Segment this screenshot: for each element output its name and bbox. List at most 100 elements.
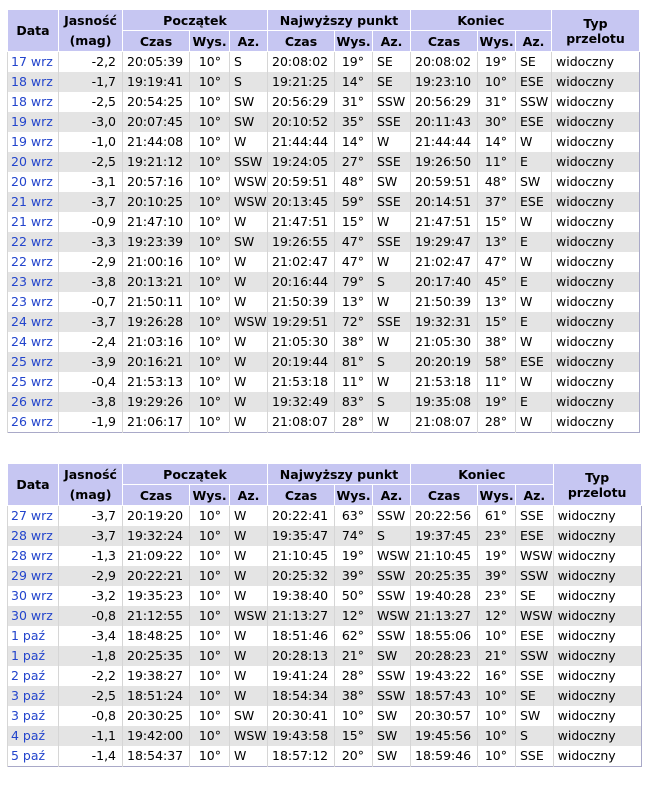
cell-magnitude: -3,7 (58, 192, 123, 212)
header-najwyzszy: Najwyższy punkt (267, 9, 411, 31)
cell-end-time: 20:08:02 (410, 51, 478, 72)
cell-max-time: 18:51:46 (267, 626, 335, 646)
cell-end-time: 21:50:39 (410, 292, 478, 312)
date-link[interactable]: 28 wrz (11, 528, 53, 543)
date-link[interactable]: 27 wrz (11, 508, 53, 523)
cell-date: 25 wrz (7, 352, 59, 372)
cell-max-time: 19:41:24 (267, 666, 335, 686)
date-link[interactable]: 17 wrz (11, 54, 53, 69)
table-row: 23 wrz -0,7 21:50:11 10° W 21:50:39 13° W 21:50:… (7, 292, 640, 312)
cell-magnitude: -2,2 (58, 666, 123, 686)
cell-start-az: W (229, 292, 268, 312)
cell-end-alt: 14° (477, 132, 516, 152)
cell-end-az: ESE (515, 626, 554, 646)
cell-max-az: S (372, 526, 411, 546)
cell-end-time: 20:25:35 (410, 566, 478, 586)
cell-max-time: 21:53:18 (267, 372, 335, 392)
cell-start-time: 19:42:00 (122, 726, 190, 746)
cell-max-az: SW (372, 706, 411, 726)
date-link[interactable]: 2 paź (11, 668, 45, 683)
header-jasnosc: Jasność (mag) (58, 463, 123, 506)
table-row: 20 wrz -2,5 19:21:12 10° SSW 19:24:05 27° SSE 19… (7, 152, 640, 172)
cell-magnitude: -0,4 (58, 372, 123, 392)
cell-start-time: 19:38:27 (122, 666, 190, 686)
date-link[interactable]: 3 paź (11, 708, 45, 723)
cell-date: 19 wrz (7, 112, 59, 132)
date-link[interactable]: 26 wrz (11, 414, 53, 429)
cell-max-alt: 39° (334, 566, 373, 586)
cell-end-time: 19:29:47 (410, 232, 478, 252)
header-az: Az. (372, 484, 411, 506)
date-link[interactable]: 18 wrz (11, 94, 53, 109)
date-link[interactable]: 20 wrz (11, 154, 53, 169)
header-wys: Wys. (477, 30, 516, 52)
cell-start-az: WSW (229, 726, 268, 746)
header-typ: Typ przelotu (552, 463, 642, 506)
cell-start-alt: 10° (189, 686, 230, 706)
date-link[interactable]: 21 wrz (11, 214, 53, 229)
cell-start-time: 19:32:24 (122, 526, 190, 546)
cell-max-time: 21:44:44 (267, 132, 335, 152)
date-link[interactable]: 23 wrz (11, 274, 53, 289)
header-czas: Czas (122, 484, 190, 506)
date-link[interactable]: 28 wrz (11, 548, 53, 563)
cell-max-time: 21:05:30 (267, 332, 335, 352)
date-link[interactable]: 22 wrz (11, 234, 53, 249)
cell-start-az: W (229, 646, 268, 666)
cell-end-time: 19:23:10 (410, 72, 478, 92)
passes-table-1: Data Jasność (mag) Początek Najwyższy pun… (7, 9, 640, 433)
cell-start-alt: 10° (189, 352, 230, 372)
date-link[interactable]: 18 wrz (11, 74, 53, 89)
date-link[interactable]: 26 wrz (11, 394, 53, 409)
cell-end-alt: 19° (477, 392, 516, 412)
cell-start-time: 20:10:25 (122, 192, 190, 212)
cell-max-time: 18:57:12 (267, 746, 335, 767)
cell-start-time: 19:23:39 (122, 232, 190, 252)
cell-start-az: WSW (229, 312, 268, 332)
table-row: 22 wrz -2,9 21:00:16 10° W 21:02:47 47° W 21:02:… (7, 252, 640, 272)
cell-max-alt: 35° (334, 112, 373, 132)
date-link[interactable]: 19 wrz (11, 134, 53, 149)
header-az: Az. (229, 30, 268, 52)
cell-end-alt: 31° (477, 92, 516, 112)
cell-start-time: 18:51:24 (122, 686, 190, 706)
date-link[interactable]: 19 wrz (11, 114, 53, 129)
date-link[interactable]: 24 wrz (11, 334, 53, 349)
cell-magnitude: -1,8 (58, 646, 123, 666)
date-link[interactable]: 1 paź (11, 628, 45, 643)
cell-max-time: 20:10:52 (267, 112, 335, 132)
table-row: 1 paź -3,4 18:48:25 10° W 18:51:46 62° SSW 18:55… (7, 626, 642, 646)
date-link[interactable]: 30 wrz (11, 608, 53, 623)
cell-max-alt: 11° (334, 372, 373, 392)
cell-date: 1 paź (7, 626, 59, 646)
cell-max-az: W (372, 252, 411, 272)
cell-end-az: ESE (515, 526, 554, 546)
header-wys: Wys. (189, 30, 230, 52)
date-link[interactable]: 29 wrz (11, 568, 53, 583)
header-jasnosc: Jasność (mag) (58, 9, 123, 52)
cell-max-az: SSE (372, 312, 411, 332)
cell-max-alt: 50° (334, 586, 373, 606)
date-link[interactable]: 23 wrz (11, 294, 53, 309)
date-link[interactable]: 20 wrz (11, 174, 53, 189)
cell-end-az: SSE (515, 505, 554, 526)
cell-end-az: ESE (515, 112, 552, 132)
date-link[interactable]: 4 paź (11, 728, 45, 743)
cell-end-alt: 10° (477, 726, 516, 746)
date-link[interactable]: 30 wrz (11, 588, 53, 603)
date-link[interactable]: 25 wrz (11, 354, 53, 369)
date-link[interactable]: 22 wrz (11, 254, 53, 269)
cell-pass-type: widoczny (551, 412, 640, 433)
date-link[interactable]: 25 wrz (11, 374, 53, 389)
cell-magnitude: -0,7 (58, 292, 123, 312)
date-link[interactable]: 3 paź (11, 688, 45, 703)
cell-start-az: WSW (229, 172, 268, 192)
cell-start-az: W (229, 332, 268, 352)
cell-max-az: WSW (372, 606, 411, 626)
cell-max-alt: 74° (334, 526, 373, 546)
date-link[interactable]: 21 wrz (11, 194, 53, 209)
date-link[interactable]: 5 paź (11, 748, 45, 763)
date-link[interactable]: 1 paź (11, 648, 45, 663)
date-link[interactable]: 24 wrz (11, 314, 53, 329)
cell-max-alt: 15° (334, 212, 373, 232)
